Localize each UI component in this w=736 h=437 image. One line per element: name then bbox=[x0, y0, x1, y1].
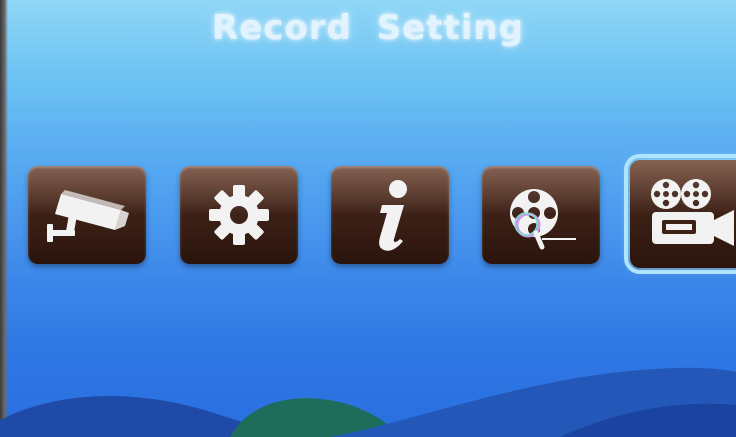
security-camera-icon bbox=[47, 190, 129, 242]
menu-screen: Record Setting bbox=[0, 0, 736, 437]
film-reel-search-icon bbox=[510, 189, 576, 250]
menu-item-playback[interactable] bbox=[482, 166, 600, 264]
gear-icon bbox=[209, 185, 269, 245]
menu-item-settings[interactable] bbox=[180, 166, 298, 264]
page-title: Record Setting bbox=[212, 8, 524, 48]
menu-item-info[interactable] bbox=[331, 166, 449, 264]
decorative-hills bbox=[0, 367, 736, 437]
menu-item-record-setting[interactable] bbox=[624, 154, 736, 274]
movie-camera-icon bbox=[651, 179, 734, 246]
info-icon bbox=[379, 180, 407, 251]
menu-item-camera[interactable] bbox=[28, 166, 146, 264]
